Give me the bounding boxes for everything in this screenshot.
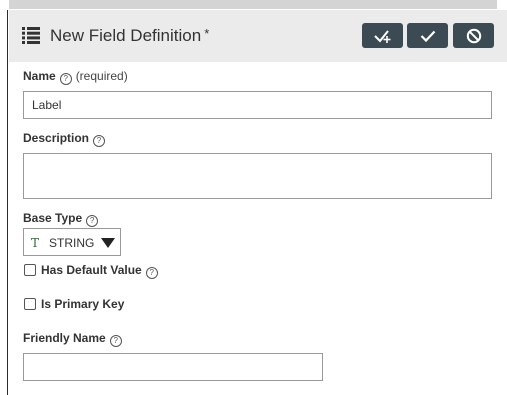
description-textarea[interactable] — [23, 153, 492, 199]
panel-header: New Field Definition * — [9, 10, 507, 62]
name-label-text: Name — [23, 69, 56, 83]
panel-left-border — [7, 10, 8, 395]
check-plus-icon — [373, 29, 390, 43]
has-default-value-label-text: Has Default Value — [41, 263, 142, 277]
name-label: Name? (required) — [23, 69, 128, 85]
description-label-text: Description — [23, 131, 90, 145]
is-primary-key-checkbox[interactable] — [24, 298, 36, 310]
base-type-label-text: Base Type — [23, 211, 83, 225]
name-input-value: Label — [32, 98, 62, 112]
is-primary-key-label: Is Primary Key — [41, 297, 124, 311]
has-default-value-help-icon[interactable]: ? — [145, 267, 158, 279]
base-type-help-icon[interactable]: ? — [86, 215, 99, 227]
name-input[interactable]: Label — [23, 91, 492, 119]
cancel-button[interactable] — [453, 23, 494, 48]
top-strip — [0, 0, 507, 10]
save-and-new-button[interactable] — [362, 23, 403, 48]
friendly-name-help-icon[interactable]: ? — [109, 335, 122, 347]
string-type-icon: T — [31, 236, 40, 250]
list-icon — [22, 27, 40, 44]
is-primary-key-label-text: Is Primary Key — [41, 297, 125, 311]
base-type-value: STRING — [49, 236, 95, 250]
friendly-name-input[interactable] — [23, 353, 323, 381]
has-default-value-label: Has Default Value? — [41, 263, 158, 279]
friendly-name-label-text: Friendly Name — [23, 331, 106, 345]
description-label: Description? — [23, 131, 106, 147]
base-type-label: Base Type? — [23, 211, 99, 227]
base-type-select[interactable]: T STRING — [23, 228, 121, 256]
save-button[interactable] — [407, 23, 448, 48]
top-scroll-area — [9, 0, 497, 9]
name-help-icon[interactable]: ? — [59, 73, 72, 85]
friendly-name-label: Friendly Name? — [23, 331, 122, 347]
required-note: (required) — [75, 69, 128, 83]
panel-title-text: New Field Definition — [50, 26, 202, 45]
check-icon — [420, 30, 435, 42]
dropdown-caret-icon — [101, 238, 115, 248]
panel-title: New Field Definition * — [50, 26, 209, 46]
has-default-value-checkbox[interactable] — [24, 264, 36, 276]
cancel-icon — [466, 28, 481, 43]
description-help-icon[interactable]: ? — [93, 135, 106, 147]
unsaved-marker: * — [204, 26, 210, 41]
